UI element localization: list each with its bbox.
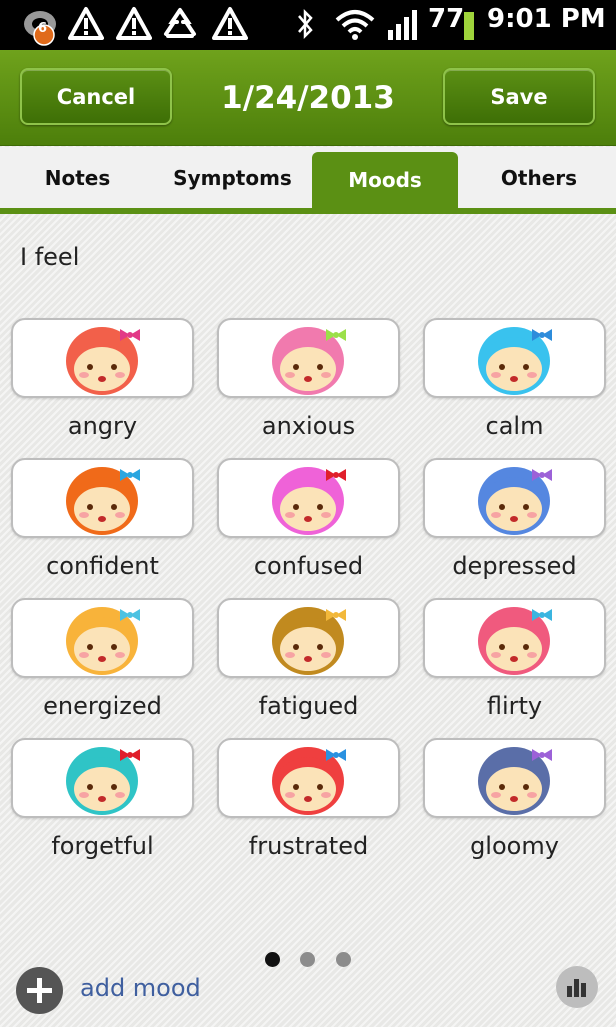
notification-count: 6 <box>38 21 48 36</box>
frustrated-face-icon <box>271 747 346 815</box>
mood-card[interactable] <box>217 318 400 398</box>
warning-icon <box>116 7 152 40</box>
warning-icon <box>68 7 104 40</box>
mood-card[interactable] <box>423 598 606 678</box>
signal-icon <box>388 10 417 40</box>
battery-icon <box>464 12 474 40</box>
wifi-icon <box>335 10 375 40</box>
battery-percent: 77 <box>428 4 465 34</box>
tab-symptoms[interactable]: Symptoms <box>155 147 310 208</box>
mood-label: frustrated <box>248 832 369 860</box>
mood-prompt: I feel <box>20 243 80 271</box>
save-button[interactable]: Save <box>443 68 595 125</box>
page-indicator-dot <box>300 952 315 967</box>
mood-label: calm <box>485 412 544 440</box>
clock: 9:01 PM <box>487 4 606 34</box>
anxious-face-icon <box>271 327 346 395</box>
mood-card[interactable] <box>217 738 400 818</box>
status-bar: 6 77 9:01 PM <box>0 0 616 50</box>
depressed-face-icon <box>477 467 552 535</box>
warning-icon <box>212 7 248 40</box>
page-indicator-dot <box>336 952 351 967</box>
mood-card[interactable] <box>11 738 194 818</box>
mood-card[interactable] <box>217 598 400 678</box>
mood-card[interactable] <box>11 458 194 538</box>
action-bar: Cancel 1/24/2013 Save <box>0 50 616 146</box>
mood-label: depressed <box>452 552 577 580</box>
tab-moods[interactable]: Moods <box>312 152 458 208</box>
page-title: 1/24/2013 <box>221 80 395 116</box>
mood-label: confused <box>253 552 364 580</box>
mood-card[interactable] <box>423 318 606 398</box>
mood-card[interactable] <box>217 458 400 538</box>
flirty-face-icon <box>477 607 552 675</box>
mood-card[interactable] <box>11 598 194 678</box>
chart-icon[interactable] <box>556 966 598 1008</box>
mood-card[interactable] <box>423 458 606 538</box>
confused-face-icon <box>271 467 346 535</box>
add-mood-link[interactable]: add mood <box>80 974 201 1002</box>
cancel-button[interactable]: Cancel <box>20 68 172 125</box>
recycle-icon <box>164 8 196 38</box>
mood-card[interactable] <box>423 738 606 818</box>
confident-face-icon <box>65 467 140 535</box>
fatigued-face-icon <box>271 607 346 675</box>
mood-card[interactable] <box>11 318 194 398</box>
mood-label: confident <box>46 552 159 580</box>
calm-face-icon <box>477 327 552 395</box>
mood-label: angry <box>67 412 138 440</box>
forgetful-face-icon <box>65 747 140 815</box>
mood-label: energized <box>43 692 162 720</box>
page-indicator-dot <box>265 952 280 967</box>
mood-label: gloomy <box>470 832 559 860</box>
mood-label: forgetful <box>51 832 154 860</box>
mood-label: fatigued <box>258 692 359 720</box>
add-mood-icon[interactable] <box>16 967 63 1014</box>
bluetooth-icon <box>298 8 313 40</box>
mood-label: anxious <box>261 412 356 440</box>
gloomy-face-icon <box>477 747 552 815</box>
mood-label: flirty <box>486 692 543 720</box>
angry-face-icon <box>65 327 140 395</box>
tab-others[interactable]: Others <box>462 147 616 208</box>
tab-bar: Notes Symptoms Moods Others <box>0 147 616 214</box>
tab-notes[interactable]: Notes <box>0 147 155 208</box>
energized-face-icon <box>65 607 140 675</box>
